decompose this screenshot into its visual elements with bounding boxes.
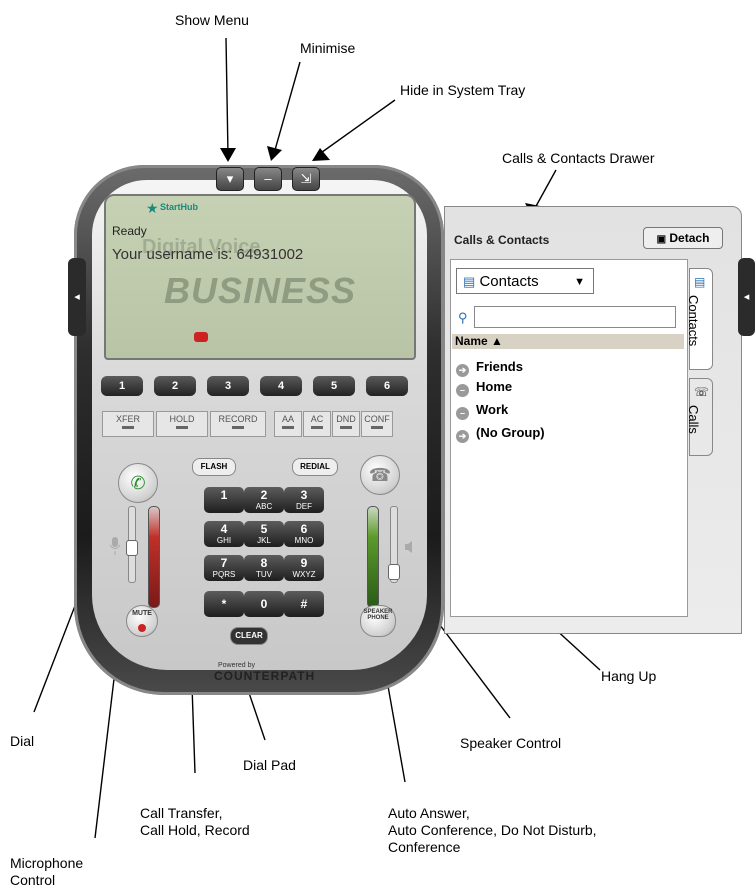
key-9[interactable]: 9 WXYZ xyxy=(284,555,324,581)
hang-up-button[interactable]: ☎ xyxy=(360,455,400,495)
conference-button[interactable]: CONF xyxy=(361,411,393,437)
callout-microphone: Microphone Control xyxy=(10,855,84,888)
speaker-level-meter xyxy=(367,506,379,608)
key-0[interactable]: 0 xyxy=(244,591,284,617)
callout-hide-tray: Hide in System Tray xyxy=(400,82,526,98)
line-key-3[interactable]: 3 xyxy=(207,376,249,396)
detach-button[interactable]: ▣ Detach xyxy=(643,227,723,249)
speaker-icon xyxy=(405,541,412,553)
dnd-button[interactable]: DND xyxy=(332,411,360,437)
counterpath-logo: COUNTERPATH xyxy=(214,669,316,683)
collapse-minus-icon: – xyxy=(456,384,469,397)
drawer-toggle-right[interactable]: ◂ xyxy=(738,258,755,336)
key-8[interactable]: 8 TUV xyxy=(244,555,284,581)
line-key-4[interactable]: 4 xyxy=(260,376,302,396)
mute-led xyxy=(138,624,146,632)
expand-arrow-icon: ➔ xyxy=(456,430,469,443)
flash-button[interactable]: FLASH xyxy=(192,458,236,476)
record-button[interactable]: RECORD xyxy=(210,411,266,437)
group-row-friends[interactable]: ➔ Friends xyxy=(456,358,523,377)
expand-arrow-icon: ➔ xyxy=(456,364,469,377)
callout-call-transfer: Call Transfer, Call Hold, Record xyxy=(140,805,250,838)
line-key-5[interactable]: 5 xyxy=(313,376,355,396)
phone-display: ★ StartHub Ready Digital Voice Your user… xyxy=(104,194,416,360)
drawer-toggle-left[interactable]: ◂ xyxy=(68,258,86,336)
microphone-slider-knob[interactable] xyxy=(126,540,138,556)
minimise-button[interactable]: – xyxy=(254,167,282,191)
search-icon: ⚲ xyxy=(458,310,468,325)
group-row-no-group[interactable]: ➔ (No Group) xyxy=(456,424,545,443)
show-menu-button[interactable]: ▾ xyxy=(216,167,244,191)
line-key-6[interactable]: 6 xyxy=(366,376,408,396)
speaker-slider-knob[interactable] xyxy=(388,564,400,580)
redial-button[interactable]: REDIAL xyxy=(292,458,338,476)
xfer-button[interactable]: XFER xyxy=(102,411,154,437)
callout-auto-answer: Auto Answer, Auto Conference, Do Not Dis… xyxy=(388,805,597,855)
powered-by-label: Powered by xyxy=(218,662,255,669)
hide-in-tray-button[interactable]: ⇲ xyxy=(292,167,320,191)
contacts-tab-icon: ▤ xyxy=(694,275,706,289)
dial-button[interactable]: ✆ xyxy=(118,463,158,503)
collapse-minus-icon: – xyxy=(456,407,469,420)
display-watermark-business: BUSINESS xyxy=(164,270,357,311)
phone-status-icon xyxy=(194,332,208,342)
microphone-level-meter xyxy=(148,506,160,608)
key-5[interactable]: 5 JKL xyxy=(244,521,284,547)
callout-dial-pad: Dial Pad xyxy=(243,757,296,773)
callout-dial: Dial xyxy=(10,733,35,749)
detach-icon: ▣ xyxy=(656,234,667,245)
group-row-work[interactable]: – Work xyxy=(456,401,508,420)
key-7[interactable]: 7 PQRS xyxy=(204,555,244,581)
chevron-down-icon: ▼ xyxy=(574,276,585,288)
mute-button[interactable]: MUTE xyxy=(126,605,158,637)
brand-logo: StartHub xyxy=(160,202,198,212)
contacts-search-input[interactable] xyxy=(474,306,676,328)
callout-drawer: Calls & Contacts Drawer xyxy=(502,150,655,166)
clear-button[interactable]: CLEAR xyxy=(230,627,268,645)
microphone-icon xyxy=(109,537,121,555)
callout-hang-up: Hang Up xyxy=(601,668,657,684)
drawer-title: Calls & Contacts xyxy=(454,233,550,247)
line-key-1[interactable]: 1 xyxy=(101,376,143,396)
key-star[interactable]: * xyxy=(204,591,244,617)
auto-conference-button[interactable]: AC xyxy=(303,411,331,437)
tab-calls[interactable]: ☏ Calls xyxy=(686,378,713,456)
auto-answer-button[interactable]: AA xyxy=(274,411,302,437)
contacts-view-select[interactable]: ▤ Contacts ▼ xyxy=(456,268,594,294)
display-username: Your username is: 64931002 xyxy=(112,246,304,263)
key-4[interactable]: 4 GHI xyxy=(204,521,244,547)
tab-contacts[interactable]: ▤ Contacts xyxy=(686,268,713,370)
line-key-2[interactable]: 2 xyxy=(154,376,196,396)
callout-minimise: Minimise xyxy=(300,40,356,56)
callout-speaker: Speaker Control xyxy=(460,735,562,751)
name-column-header[interactable]: Name ▲ xyxy=(452,334,684,349)
key-hash[interactable]: # xyxy=(284,591,324,617)
address-book-icon: ▤ xyxy=(463,274,476,289)
brand-star-icon: ★ xyxy=(146,200,159,216)
key-3[interactable]: 3 DEF xyxy=(284,487,324,513)
key-1[interactable]: 1 xyxy=(204,487,244,513)
hold-button[interactable]: HOLD xyxy=(156,411,208,437)
calls-tab-icon: ☏ xyxy=(694,385,710,399)
key-6[interactable]: 6 MNO xyxy=(284,521,324,547)
speakerphone-button[interactable]: SPEAKER PHONE xyxy=(360,605,396,637)
callout-show-menu: Show Menu xyxy=(175,12,249,28)
group-row-home[interactable]: – Home xyxy=(456,378,512,397)
key-2[interactable]: 2 ABC xyxy=(244,487,284,513)
